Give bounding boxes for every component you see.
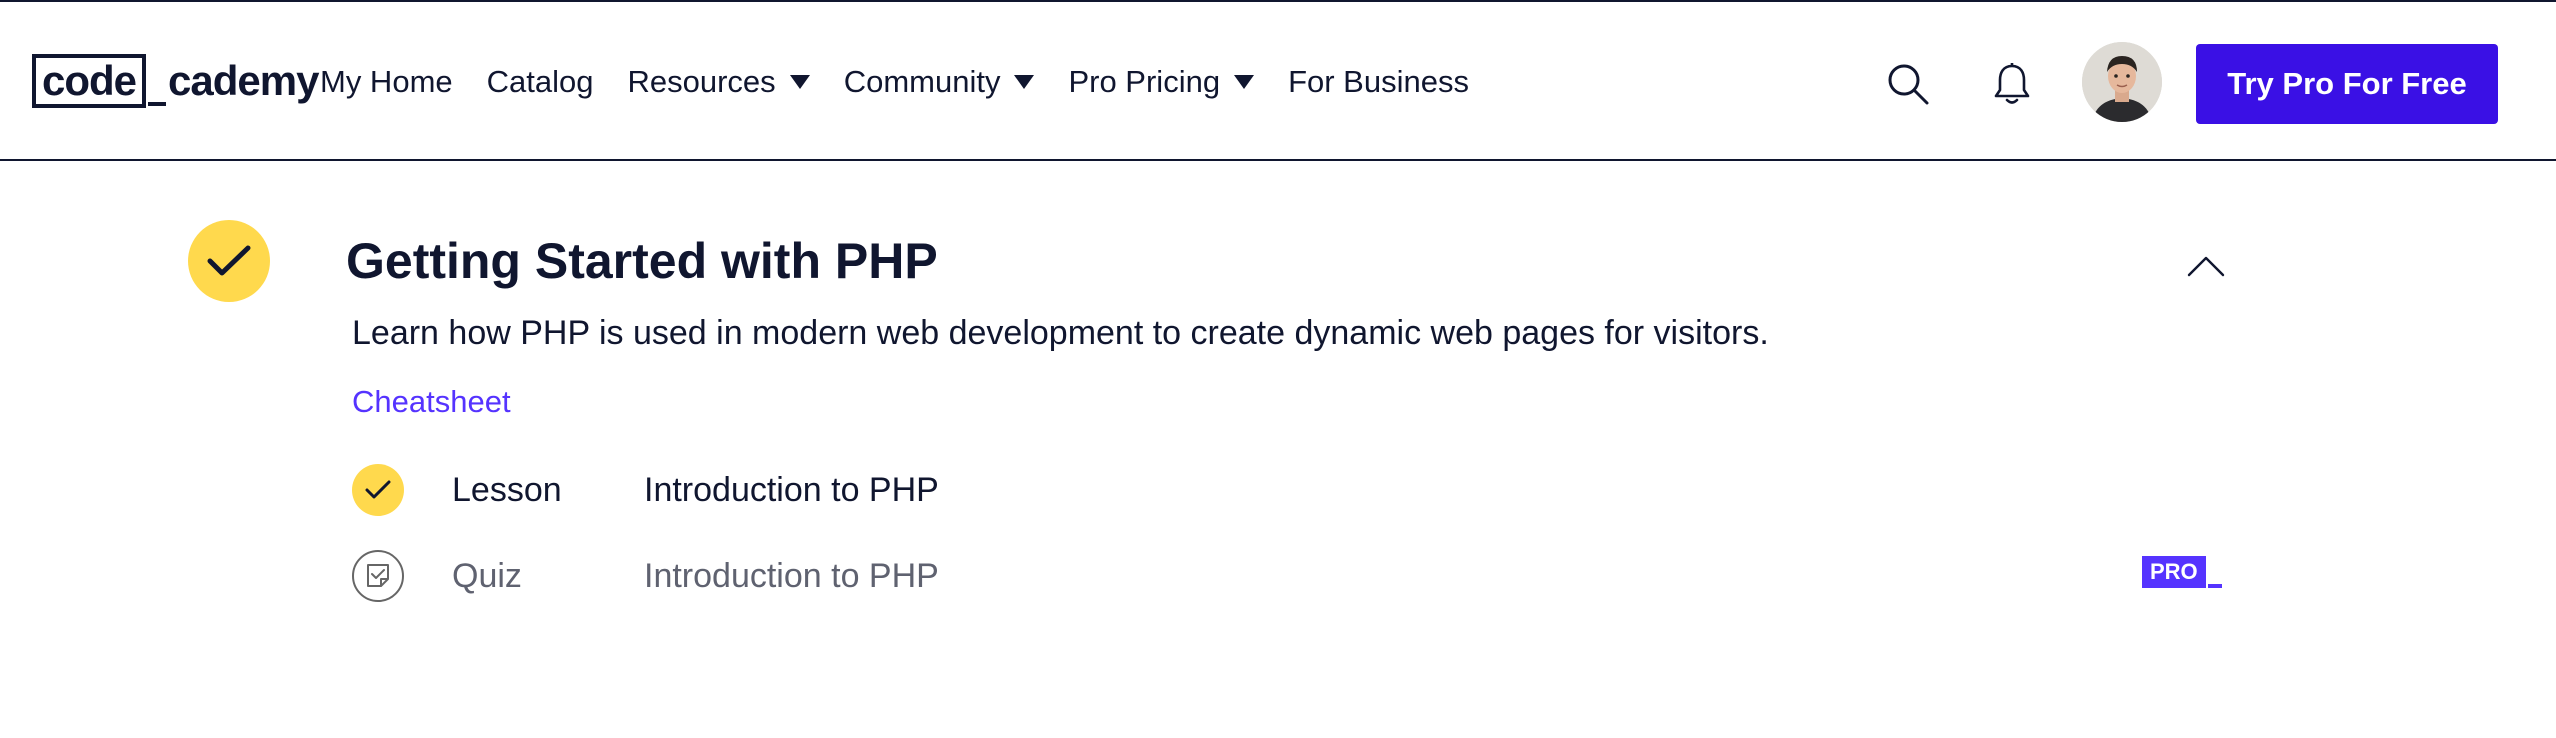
pro-badge-cursor (2207, 584, 2222, 588)
item-name-label: Introduction to PHP (644, 470, 939, 509)
nav-pro-pricing-dropdown[interactable]: Pro Pricing (1068, 64, 1255, 100)
nav-my-home-label: My Home (320, 64, 453, 99)
nav-community-dropdown[interactable]: Community (844, 64, 1035, 100)
logo-boxed-text: code (32, 54, 147, 108)
cheatsheet-link[interactable]: Cheatsheet (352, 384, 511, 420)
user-photo-icon (2082, 42, 2162, 122)
quiz-icon (367, 564, 389, 587)
nav-for-business[interactable]: For Business (1288, 64, 1469, 100)
pro-badge-label: PRO (2142, 556, 2206, 588)
search-icon (1888, 64, 1929, 105)
nav-community-label: Community (843, 64, 1001, 99)
nav-resources-label: Resources (627, 64, 776, 99)
search-button[interactable] (1884, 60, 1932, 108)
item-type-label: Quiz (452, 556, 522, 595)
nav-my-home[interactable]: My Home (320, 64, 453, 100)
quiz-status-badge (352, 550, 404, 602)
bell-icon (1994, 63, 2030, 104)
item-type-label: Lesson (452, 470, 562, 509)
try-pro-button[interactable]: Try Pro For Free (2196, 44, 2498, 124)
module-title: Getting Started with PHP (346, 233, 938, 289)
checkmark-icon (365, 480, 391, 499)
module-complete-badge (188, 220, 270, 302)
content-item-quiz[interactable]: Quiz Introduction to PHP PRO (352, 550, 2230, 602)
top-navigation: code cademy My Home Catalog Resources Co… (0, 0, 2556, 161)
nav-catalog[interactable]: Catalog (487, 64, 594, 100)
content-item-lesson[interactable]: Lesson Introduction to PHP (352, 464, 2230, 516)
logo-cursor (148, 102, 167, 106)
checkmark-icon (207, 245, 251, 276)
module-description: Learn how PHP is used in modern web deve… (352, 314, 1769, 352)
nav-catalog-label: Catalog (486, 64, 594, 99)
notifications-button[interactable] (1988, 60, 2036, 108)
collapse-module-button[interactable] (2186, 246, 2226, 286)
logo-rest-text: cademy (168, 57, 319, 104)
caret-down-icon (789, 75, 810, 89)
nav-resources-dropdown[interactable]: Resources (628, 64, 810, 100)
nav-pro-pricing-label: Pro Pricing (1068, 64, 1221, 99)
caret-down-icon (1014, 75, 1035, 89)
nav-for-business-label: For Business (1288, 64, 1469, 99)
chevron-up-icon (2187, 256, 2225, 277)
main-nav: My Home Catalog Resources Community Pro … (320, 58, 1503, 106)
codecademy-logo[interactable]: code cademy (32, 52, 319, 108)
caret-down-icon (1234, 75, 1255, 89)
pro-badge: PRO (2142, 556, 2222, 588)
try-pro-label: Try Pro For Free (2227, 66, 2467, 101)
lesson-complete-badge (352, 464, 404, 516)
user-avatar[interactable] (2082, 42, 2162, 122)
item-name-label: Introduction to PHP (644, 556, 939, 595)
